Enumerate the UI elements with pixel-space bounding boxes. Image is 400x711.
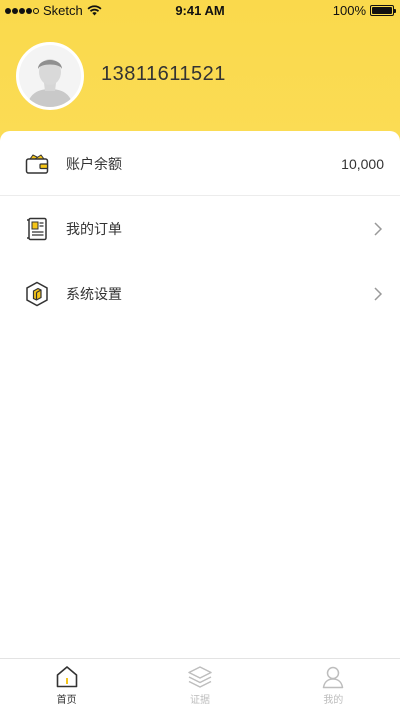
- settings-row[interactable]: 系统设置: [0, 261, 400, 326]
- avatar[interactable]: [16, 42, 84, 110]
- wallet-icon: [24, 151, 50, 177]
- settings-hexagon-icon: [24, 281, 50, 307]
- layers-icon: [188, 666, 212, 688]
- orders-label: 我的订单: [66, 221, 122, 238]
- tab-mine-label: 我的: [323, 695, 344, 706]
- user-avatar-icon: [19, 45, 81, 107]
- balance-value: 10,000: [341, 155, 384, 172]
- tab-mine[interactable]: 我的: [267, 659, 400, 711]
- tab-home[interactable]: 首页: [0, 659, 133, 711]
- balance-label: 账户余额: [66, 156, 122, 173]
- home-icon: [56, 666, 77, 688]
- orders-row[interactable]: 我的订单: [0, 196, 400, 261]
- user-icon: [323, 666, 344, 689]
- tab-evidence-label: 证据: [189, 695, 210, 706]
- tab-home-label: 首页: [56, 695, 77, 706]
- chevron-right-icon: [374, 286, 383, 301]
- user-phone-number: 13811611521: [101, 63, 226, 85]
- chevron-right-icon: [374, 221, 383, 236]
- balance-row[interactable]: 账户余额 10,000: [0, 131, 400, 196]
- tab-evidence[interactable]: 证据: [133, 659, 266, 711]
- bottom-tab-bar: 首页 证据 我的: [0, 658, 400, 711]
- battery-percentage: 100%: [332, 3, 366, 18]
- status-bar: Sketch 9:41 AM 100%: [0, 0, 400, 22]
- settings-label: 系统设置: [66, 286, 122, 303]
- menu-card: 账户余额 10,000 我的订单 系统设置: [0, 131, 400, 658]
- order-list-icon: [24, 216, 50, 242]
- battery-icon: [370, 5, 396, 16]
